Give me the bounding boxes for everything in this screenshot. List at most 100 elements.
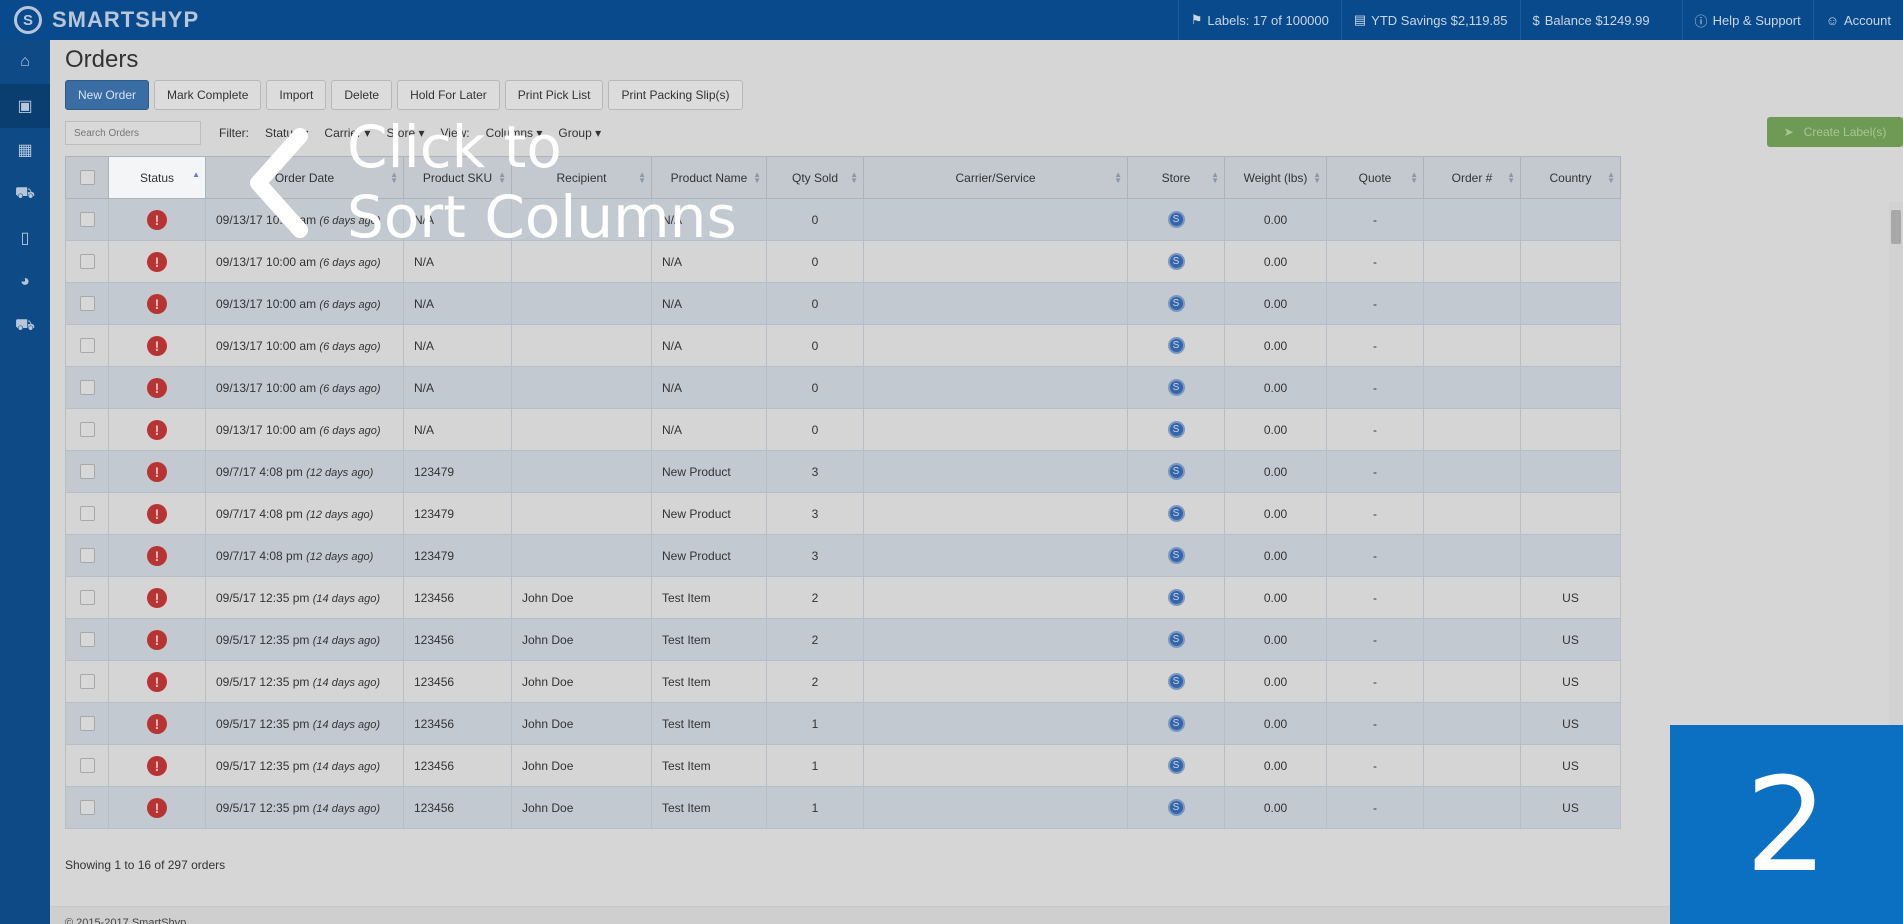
row-checkbox[interactable] xyxy=(79,758,95,774)
row-checkbox[interactable] xyxy=(79,422,95,438)
import-button[interactable]: Import xyxy=(266,80,327,110)
row-checkbox[interactable] xyxy=(79,506,95,522)
print-packing-slips-button[interactable]: Print Packing Slip(s) xyxy=(608,80,743,110)
brand[interactable]: S SMARTSHYP xyxy=(0,6,290,34)
sidebar-item-shipments[interactable]: ⛟ xyxy=(0,172,50,216)
carrier-service-cell[interactable] xyxy=(863,492,1128,535)
row-checkbox[interactable] xyxy=(79,632,95,648)
weight-cell[interactable]: 0.00 xyxy=(1224,450,1327,493)
weight-cell[interactable]: 0.00 xyxy=(1224,324,1327,367)
weight-cell[interactable]: 0.00 xyxy=(1224,408,1327,451)
row-select-cell[interactable] xyxy=(65,492,109,535)
row-select-cell[interactable] xyxy=(65,744,109,787)
sidebar-item-store[interactable]: ⛟ xyxy=(0,304,50,348)
row-select-cell[interactable] xyxy=(65,240,109,283)
column-header-status[interactable]: Status ▲ xyxy=(108,156,206,199)
carrier-service-cell[interactable] xyxy=(863,660,1128,703)
carrier-service-cell[interactable] xyxy=(863,744,1128,787)
carrier-service-cell[interactable] xyxy=(863,324,1128,367)
table-row[interactable]: ! 09/13/17 10:00 am (6 days ago) N/A N/A 0 S 0… xyxy=(65,240,1621,283)
row-checkbox[interactable] xyxy=(79,338,95,354)
column-header-order-number[interactable]: Order # ▲ ▼ xyxy=(1423,156,1521,199)
create-labels-button[interactable]: ➤ Create Label(s) xyxy=(1767,117,1903,147)
weight-cell[interactable]: 0.00 xyxy=(1224,702,1327,745)
row-checkbox[interactable] xyxy=(79,464,95,480)
table-row[interactable]: ! 09/7/17 4:08 pm (12 days ago) 123479 New … xyxy=(65,450,1621,493)
row-checkbox[interactable] xyxy=(79,716,95,732)
row-select-cell[interactable] xyxy=(65,450,109,493)
row-checkbox[interactable] xyxy=(79,548,95,564)
ytd-savings[interactable]: ▤ YTD Savings $2,119.85 xyxy=(1340,0,1520,40)
column-header-qty-sold[interactable]: Qty Sold ▲ ▼ xyxy=(766,156,864,199)
table-row[interactable]: ! 09/7/17 4:08 pm (12 days ago) 123479 New … xyxy=(65,492,1621,535)
row-select-cell[interactable] xyxy=(65,324,109,367)
row-select-cell[interactable] xyxy=(65,786,109,829)
scrollbar-thumb[interactable] xyxy=(1891,210,1901,244)
sidebar-item-orders[interactable]: ▣ xyxy=(0,84,50,128)
row-checkbox[interactable] xyxy=(79,380,95,396)
row-select-cell[interactable] xyxy=(65,702,109,745)
row-checkbox[interactable] xyxy=(79,800,95,816)
weight-cell[interactable]: 0.00 xyxy=(1224,492,1327,535)
sidebar-item-home[interactable]: ⌂ xyxy=(0,40,50,84)
row-select-cell[interactable] xyxy=(65,198,109,241)
sidebar-item-reports[interactable]: ◕ xyxy=(0,260,50,304)
search-orders-input[interactable] xyxy=(65,121,201,145)
sidebar-item-contacts[interactable]: ▯ xyxy=(0,216,50,260)
weight-cell[interactable]: 0.00 xyxy=(1224,366,1327,409)
carrier-service-cell[interactable] xyxy=(863,576,1128,619)
column-header-country[interactable]: Country ▲ ▼ xyxy=(1520,156,1621,199)
mark-complete-button[interactable]: Mark Complete xyxy=(154,80,262,110)
column-header-carrier-service[interactable]: Carrier/Service ▲ ▼ xyxy=(863,156,1128,199)
scrollbar[interactable] xyxy=(1889,202,1903,762)
column-header-quote[interactable]: Quote ▲ ▼ xyxy=(1326,156,1424,199)
hold-for-later-button[interactable]: Hold For Later xyxy=(397,80,500,110)
row-select-cell[interactable] xyxy=(65,660,109,703)
table-row[interactable]: ! 09/13/17 10:00 am (6 days ago) N/A N/A 0 S 0… xyxy=(65,366,1621,409)
carrier-service-cell[interactable] xyxy=(863,618,1128,661)
account-menu[interactable]: ☺ Account xyxy=(1812,0,1903,40)
row-checkbox[interactable] xyxy=(79,590,95,606)
weight-cell[interactable]: 0.00 xyxy=(1224,240,1327,283)
table-row[interactable]: ! 09/13/17 10:00 am (6 days ago) N/A N/A 0 S 0… xyxy=(65,408,1621,451)
row-select-cell[interactable] xyxy=(65,366,109,409)
carrier-service-cell[interactable] xyxy=(863,408,1128,451)
column-header-weight[interactable]: Weight (lbs) ▲ ▼ xyxy=(1224,156,1327,199)
carrier-service-cell[interactable] xyxy=(863,450,1128,493)
carrier-service-cell[interactable] xyxy=(863,282,1128,325)
labels-count[interactable]: ⚑ Labels: 17 of 100000 xyxy=(1177,0,1341,40)
print-pick-list-button[interactable]: Print Pick List xyxy=(504,80,604,110)
weight-cell[interactable]: 0.00 xyxy=(1224,618,1327,661)
row-checkbox[interactable] xyxy=(79,212,95,228)
weight-cell[interactable]: 0.00 xyxy=(1224,576,1327,619)
table-row[interactable]: ! 09/13/17 10:00 am (6 days ago) N/A N/A 0 S 0… xyxy=(65,324,1621,367)
row-checkbox[interactable] xyxy=(79,254,95,270)
weight-cell[interactable]: 0.00 xyxy=(1224,198,1327,241)
carrier-service-cell[interactable] xyxy=(863,786,1128,829)
carrier-service-cell[interactable] xyxy=(863,198,1128,241)
help-support-link[interactable]: ⓘ Help & Support xyxy=(1681,0,1813,40)
row-select-cell[interactable] xyxy=(65,618,109,661)
select-all-header[interactable] xyxy=(65,156,109,199)
select-all-checkbox[interactable] xyxy=(79,170,95,186)
table-row[interactable]: ! 09/5/17 12:35 pm (14 days ago) 123456 Joh… xyxy=(65,660,1621,703)
row-checkbox[interactable] xyxy=(79,674,95,690)
row-select-cell[interactable] xyxy=(65,534,109,577)
row-select-cell[interactable] xyxy=(65,408,109,451)
table-row[interactable]: ! 09/5/17 12:35 pm (14 days ago) 123456 Joh… xyxy=(65,702,1621,745)
weight-cell[interactable]: 0.00 xyxy=(1224,786,1327,829)
sidebar-item-calendar[interactable]: ▦ xyxy=(0,128,50,172)
column-header-store[interactable]: Store ▲ ▼ xyxy=(1127,156,1225,199)
table-row[interactable]: ! 09/5/17 12:35 pm (14 days ago) 123456 Joh… xyxy=(65,618,1621,661)
table-row[interactable]: ! 09/13/17 10:00 am (6 days ago) N/A N/A 0 S 0… xyxy=(65,282,1621,325)
table-row[interactable]: ! 09/5/17 12:35 pm (14 days ago) 123456 Joh… xyxy=(65,744,1621,787)
table-row[interactable]: ! 09/5/17 12:35 pm (14 days ago) 123456 Joh… xyxy=(65,786,1621,829)
weight-cell[interactable]: 0.00 xyxy=(1224,282,1327,325)
new-order-button[interactable]: New Order xyxy=(65,80,150,110)
delete-button[interactable]: Delete xyxy=(331,80,393,110)
carrier-service-cell[interactable] xyxy=(863,366,1128,409)
weight-cell[interactable]: 0.00 xyxy=(1224,744,1327,787)
weight-cell[interactable]: 0.00 xyxy=(1224,660,1327,703)
carrier-service-cell[interactable] xyxy=(863,240,1128,283)
weight-cell[interactable]: 0.00 xyxy=(1224,534,1327,577)
